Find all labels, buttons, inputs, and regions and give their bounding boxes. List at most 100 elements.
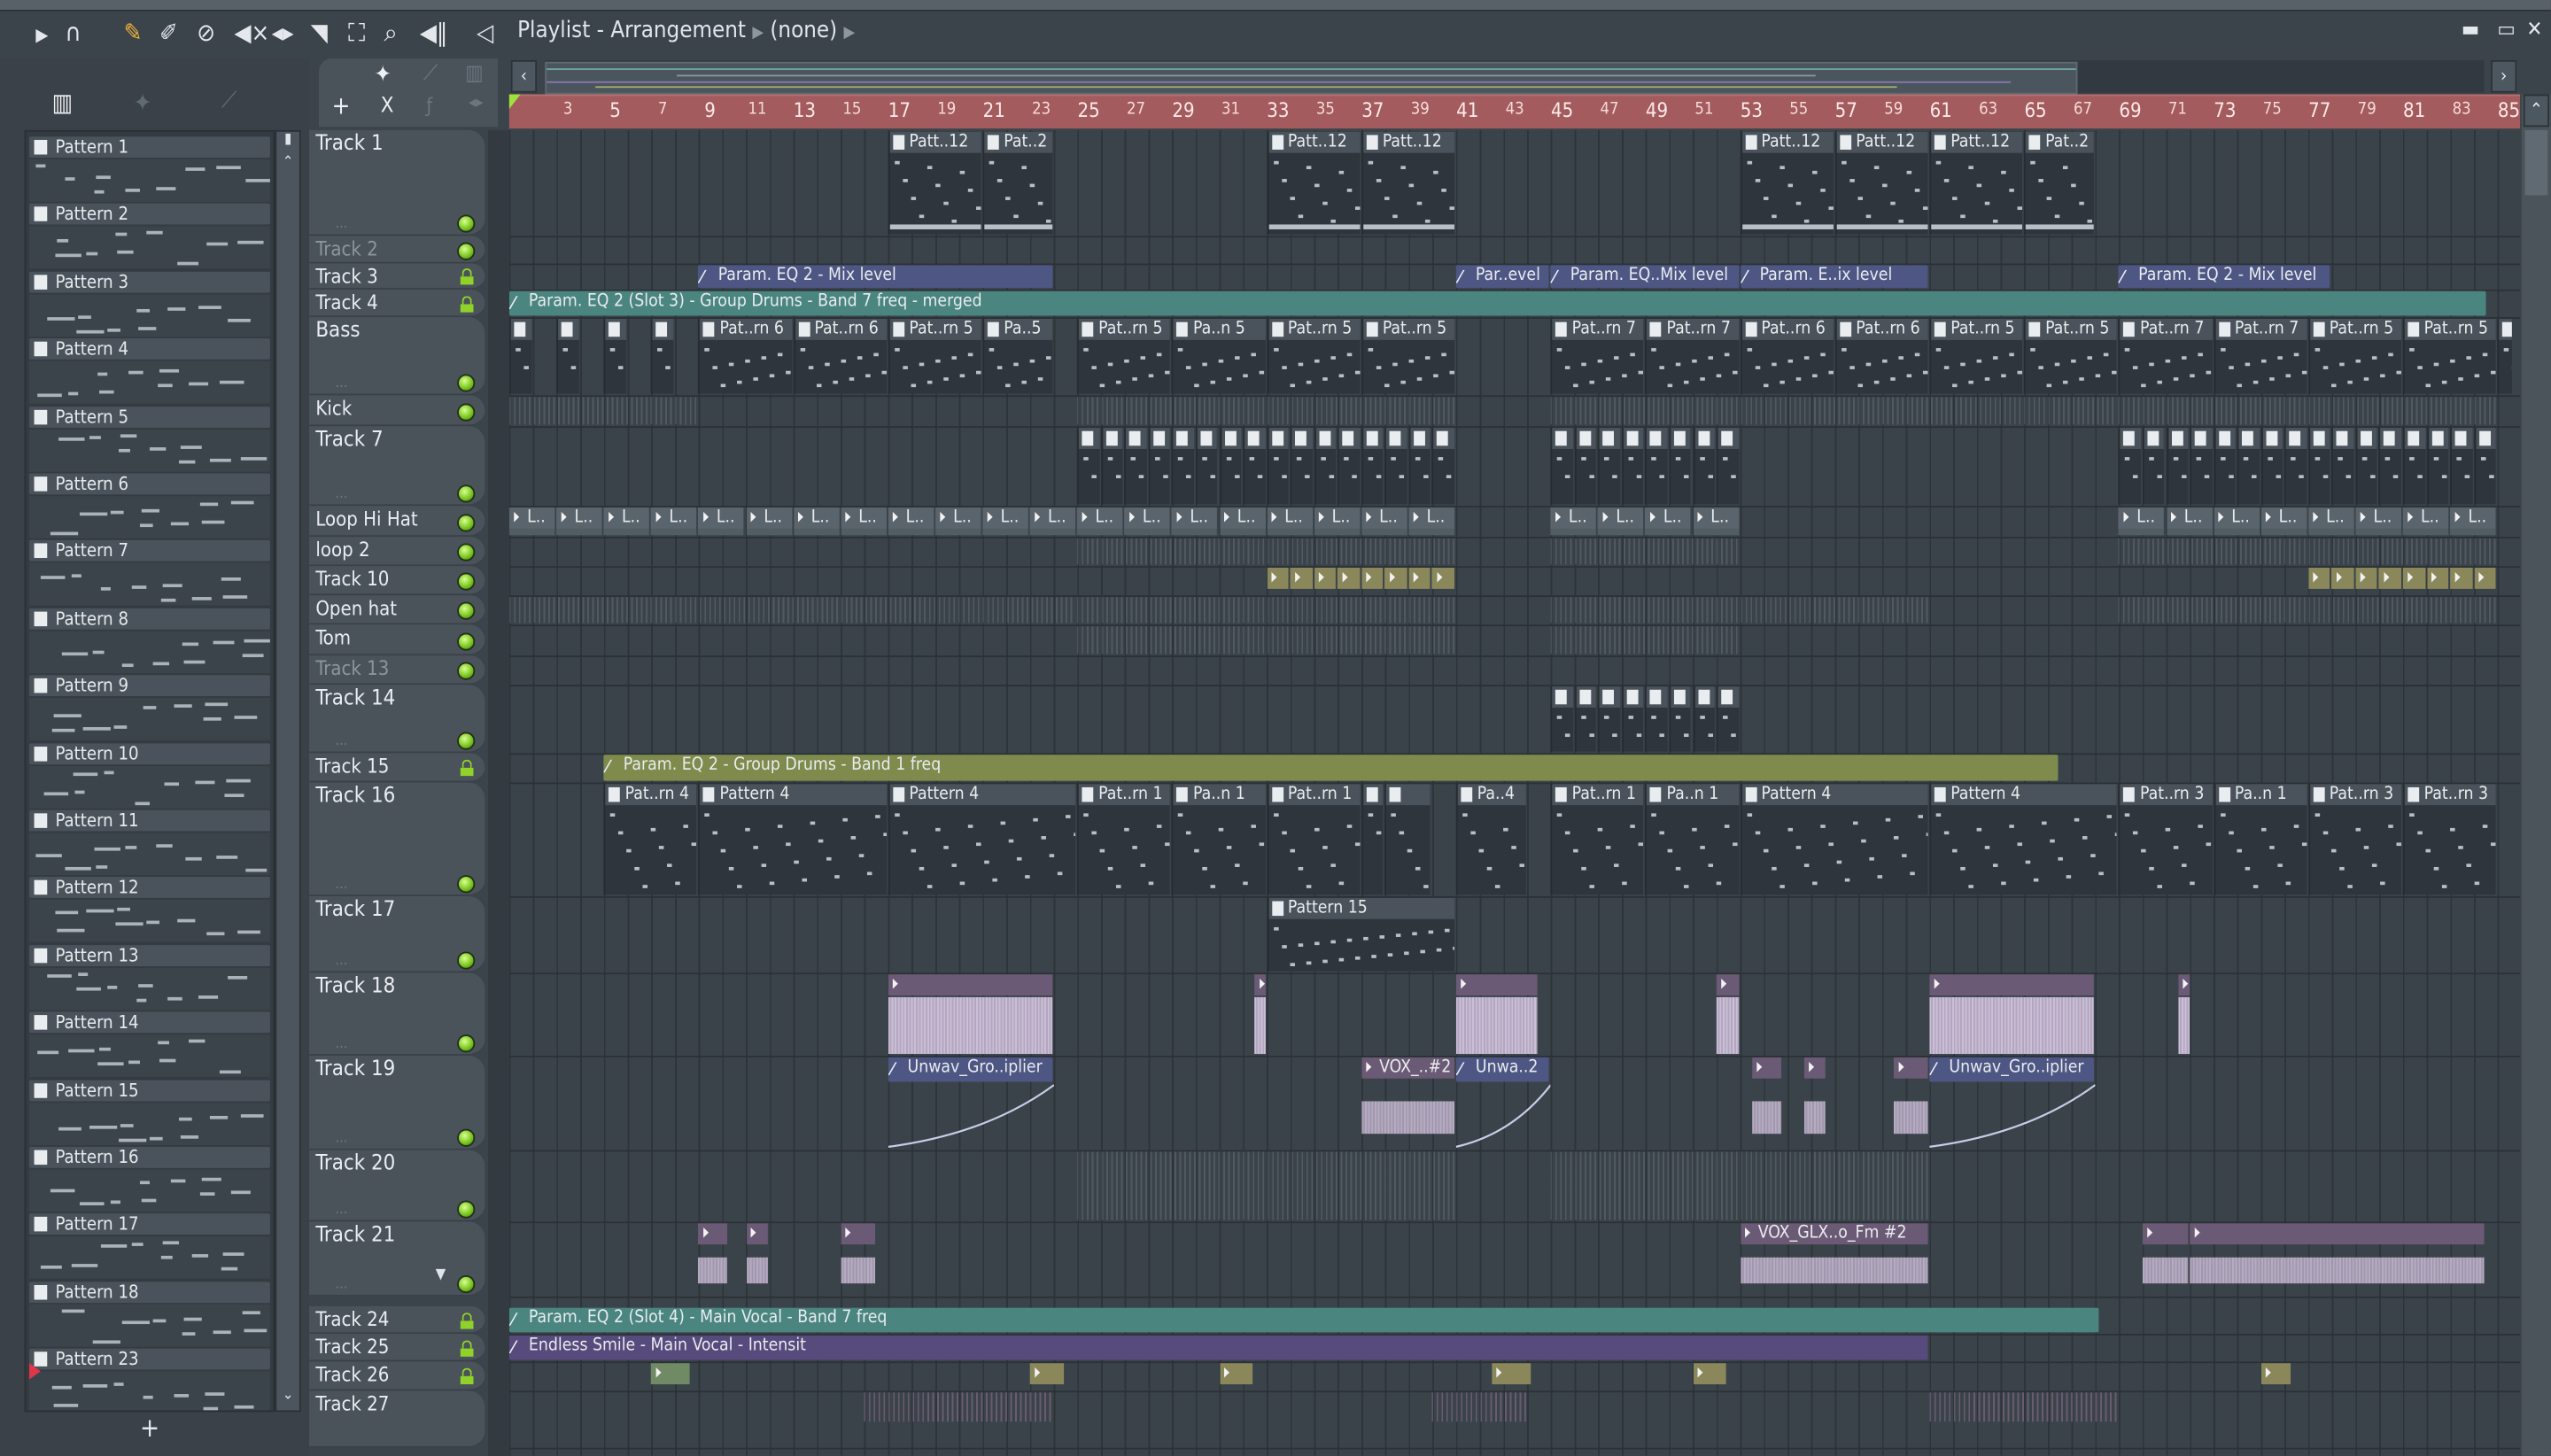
pattern-header[interactable]: Pattern 13 <box>29 944 270 966</box>
pattern-clip[interactable]: Pa..5 <box>982 318 1052 394</box>
track-enable-led-icon[interactable] <box>457 374 476 392</box>
maximize-icon[interactable]: ▭ <box>2497 18 2515 43</box>
automation-clip[interactable]: Param. EQ 2 - Mix level <box>2119 265 2330 289</box>
track-lock-icon[interactable] <box>460 1312 474 1328</box>
pattern-clip[interactable] <box>1550 686 1573 752</box>
pattern-clip[interactable] <box>1621 686 1644 752</box>
pattern-clip[interactable] <box>508 318 531 394</box>
audio-clip[interactable]: ⏵ L.. <box>1598 507 1644 536</box>
paint-brush-icon[interactable]: ✐ <box>159 19 178 45</box>
audio-clip[interactable]: ⏵ <box>1491 1363 1531 1389</box>
track-header[interactable]: Tom <box>308 624 485 656</box>
pattern-clip[interactable]: Pa..4 <box>1455 784 1526 895</box>
audio-clip[interactable]: ⏵ L.. <box>1645 507 1692 536</box>
audio-clip-ghost[interactable] <box>2119 538 2496 565</box>
track-lock-icon[interactable] <box>460 1339 474 1356</box>
pattern-clip[interactable]: Pattern 4 <box>888 784 1076 895</box>
pattern-clip[interactable] <box>2402 428 2425 505</box>
playhead-marker-icon[interactable] <box>508 94 521 110</box>
audio-clip[interactable]: ⏵ L.. <box>934 507 981 536</box>
add-track-button[interactable]: + <box>332 91 351 120</box>
audio-clip[interactable]: ⏵ <box>2260 1363 2291 1389</box>
pattern-clip[interactable] <box>2331 428 2354 505</box>
magnet-snap-icon[interactable]: ∩ <box>65 19 81 45</box>
track-options-icon[interactable]: ... <box>335 216 347 232</box>
pattern-clip[interactable] <box>1124 428 1147 505</box>
pattern-clip[interactable] <box>1338 428 1361 505</box>
pattern-clip[interactable]: Pat..rn 3 <box>2119 784 2213 895</box>
add-pattern-button[interactable]: + <box>140 1412 159 1443</box>
stretch-icon[interactable]: ◂▸ <box>469 95 484 112</box>
track-lock-icon[interactable] <box>460 759 474 777</box>
pattern-header[interactable]: Pattern 2 <box>29 204 270 226</box>
audio-clip[interactable]: ⏵ <box>1219 1363 1253 1389</box>
pattern-clip[interactable]: Patt..12 <box>1929 131 2023 235</box>
pattern-clip[interactable]: Pat..rn 5 <box>1077 318 1171 394</box>
pattern-clip[interactable]: Pat..rn 5 <box>1267 318 1361 394</box>
pattern-item[interactable]: Pattern 17 <box>29 1213 270 1280</box>
audio-clip[interactable]: ⏵ L.. <box>1077 507 1123 536</box>
pattern-clip[interactable] <box>1100 428 1123 505</box>
audio-clip[interactable]: ⏵ L.. <box>1172 507 1218 536</box>
pattern-list-scrollbar[interactable]: ▮ ⌃ ⌄ <box>275 129 301 1413</box>
audio-clip[interactable]: ⏵ L.. <box>1361 507 1407 536</box>
audio-clip[interactable]: ⏵ <box>1693 1363 1727 1389</box>
audio-clip[interactable]: ⏵ <box>1455 974 1538 1055</box>
pattern-clip[interactable] <box>1195 428 1218 505</box>
track-header[interactable]: Track 14... <box>308 685 485 754</box>
pattern-clip[interactable]: Pat..rn 7 <box>2119 318 2213 394</box>
pattern-clip[interactable] <box>1716 428 1739 505</box>
track-header[interactable]: Track 4 <box>308 289 485 318</box>
zoom-icon[interactable]: ⌕ <box>384 19 397 45</box>
audio-clip[interactable]: ⏵ L.. <box>698 507 745 536</box>
automation-clip[interactable]: Par..evel <box>1455 265 1549 289</box>
pattern-header[interactable]: Pattern 9 <box>29 675 270 697</box>
pattern-clip[interactable] <box>1432 428 1454 505</box>
menu-arrow-icon[interactable]: ▶ <box>35 23 48 49</box>
delete-track-button[interactable]: X <box>381 95 394 120</box>
automation-clip[interactable]: Endless Smile - Main Vocal - Intensit <box>508 1335 1928 1360</box>
pattern-clip[interactable]: Pat..rn 5 <box>888 318 981 394</box>
track-enable-led-icon[interactable] <box>457 631 476 650</box>
pattern-clip[interactable]: Pa..n 1 <box>1645 784 1739 895</box>
pattern-clip[interactable]: Pat..rn 5 <box>2307 318 2401 394</box>
audio-clip-ghost[interactable] <box>1432 1392 1526 1421</box>
audio-clip[interactable]: ⏵ <box>888 974 1052 1055</box>
pattern-clip[interactable] <box>2426 428 2449 505</box>
track-lock-icon[interactable] <box>460 268 474 285</box>
overview-viewport[interactable] <box>545 61 2078 95</box>
pattern-clip[interactable] <box>1574 428 1597 505</box>
pattern-clip[interactable]: Pat..rn 3 <box>2307 784 2401 895</box>
track-enable-led-icon[interactable] <box>457 572 476 591</box>
pattern-clip[interactable]: Pat..2 <box>2024 131 2094 235</box>
pattern-clip[interactable]: Pat..rn 1 <box>1077 784 1171 895</box>
audio-clip-ghost[interactable] <box>1077 538 1454 565</box>
audio-clip-ghost[interactable] <box>2119 597 2496 623</box>
automation-icon[interactable]: ⟋ <box>221 88 237 113</box>
track-enable-led-icon[interactable] <box>457 513 476 531</box>
pattern-item[interactable]: Pattern 10 <box>29 742 270 809</box>
audio-clip[interactable]: ⏵ <box>1432 568 1454 593</box>
track-header[interactable]: Bass... <box>308 317 485 396</box>
pattern-item[interactable]: Pattern 14 <box>29 1011 270 1078</box>
audio-clip[interactable]: ⏵ VOX_GLX..o_Fm #2 <box>1740 1223 1928 1295</box>
track-options-icon[interactable]: ... <box>335 1277 347 1293</box>
audio-clip-ghost[interactable] <box>2119 397 2496 425</box>
pattern-clip[interactable]: Pat..rn 6 <box>1740 318 1834 394</box>
audio-clip-ghost[interactable] <box>1550 1151 1928 1220</box>
pattern-clip[interactable]: Patt..12 <box>888 131 981 235</box>
pattern-item[interactable]: Pattern 4 <box>29 338 270 404</box>
automation-clip[interactable]: Unwav_Gro..iplier <box>1929 1057 2094 1082</box>
scroll-thumb[interactable] <box>2524 129 2548 196</box>
track-header[interactable]: Track 25 <box>308 1334 485 1362</box>
audio-clip[interactable]: ⏵ <box>1716 974 1739 1055</box>
pattern-clip[interactable]: Patt..12 <box>1361 131 1454 235</box>
pattern-clip[interactable] <box>1290 428 1313 505</box>
pattern-clip[interactable]: Pattern 4 <box>1929 784 2118 895</box>
audio-clip[interactable]: ⏵ <box>1894 1057 1928 1149</box>
track-enable-led-icon[interactable] <box>457 951 476 970</box>
pattern-clip[interactable] <box>2260 428 2283 505</box>
track-header[interactable]: Track 19... <box>308 1056 485 1150</box>
pattern-clip[interactable]: Pat..rn 6 <box>1834 318 1928 394</box>
pattern-clip[interactable]: P.. <box>1361 784 1384 895</box>
